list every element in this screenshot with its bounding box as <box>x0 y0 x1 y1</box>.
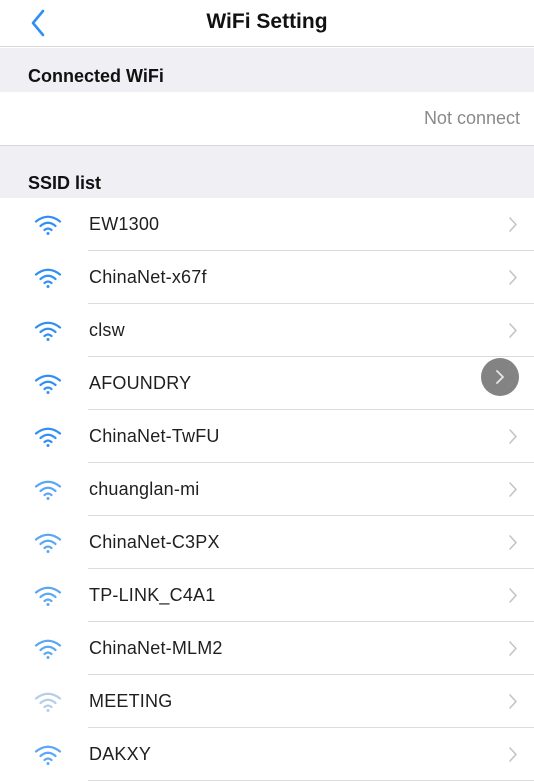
ssid-name: ChinaNet-MLM2 <box>89 638 223 658</box>
ssid-name: AFOUNDRY <box>89 373 192 393</box>
ssid-name: EW1300 <box>89 214 160 234</box>
chevron-left-icon <box>31 9 45 37</box>
wifi-signal-icon <box>34 268 62 288</box>
back-button[interactable] <box>30 5 66 41</box>
wifi-signal-icon <box>34 321 62 341</box>
chevron-right-icon <box>509 641 517 656</box>
chevron-right-icon <box>509 588 517 603</box>
chevron-right-icon <box>509 535 517 550</box>
ssid-item[interactable]: ChinaNet-x67f <box>0 251 534 304</box>
ssid-name: ChinaNet-x67f <box>89 267 207 287</box>
ssid-name: ChinaNet-TwFU <box>89 426 220 446</box>
wifi-signal-icon <box>34 745 62 765</box>
ssid-item[interactable]: clsw <box>0 304 534 357</box>
ssid-item[interactable]: EW1300 <box>0 198 534 251</box>
floating-assist-button[interactable] <box>481 358 519 396</box>
wifi-signal-icon <box>34 586 62 606</box>
wifi-signal-icon <box>34 480 62 500</box>
ssid-name: TP-LINK_C4A1 <box>89 585 216 605</box>
ssid-item[interactable]: DAKXY <box>0 728 534 781</box>
chevron-right-icon <box>509 482 517 497</box>
ssid-list-header: SSID list <box>0 146 534 198</box>
chevron-right-icon <box>509 217 517 232</box>
wifi-signal-icon <box>34 533 62 553</box>
connected-wifi-status: Not connect <box>0 92 534 146</box>
ssid-name: chuanglan-mi <box>89 479 200 499</box>
wifi-signal-icon <box>34 374 62 394</box>
wifi-signal-icon <box>34 692 62 712</box>
connected-wifi-header: Connected WiFi <box>0 48 534 92</box>
chevron-right-icon <box>509 694 517 709</box>
navigation-bar: WiFi Setting <box>0 0 534 47</box>
chevron-right-icon <box>496 370 504 384</box>
wifi-signal-icon <box>34 427 62 447</box>
ssid-item[interactable]: ChinaNet-C3PX <box>0 516 534 569</box>
chevron-right-icon <box>509 270 517 285</box>
ssid-item[interactable]: TP-LINK_C4A1 <box>0 569 534 622</box>
ssid-item[interactable]: chuanglan-mi <box>0 463 534 516</box>
chevron-right-icon <box>509 429 517 444</box>
chevron-right-icon <box>509 323 517 338</box>
ssid-list: EW1300 ChinaNet-x67f clsw AFOUNDRY ChinaNet-… <box>0 198 534 781</box>
ssid-name: clsw <box>89 320 125 340</box>
ssid-name: ChinaNet-C3PX <box>89 532 220 552</box>
page-title: WiFi Setting <box>206 10 328 33</box>
ssid-item[interactable]: ChinaNet-TwFU <box>0 410 534 463</box>
chevron-right-icon <box>509 747 517 762</box>
ssid-name: MEETING <box>89 691 173 711</box>
wifi-signal-icon <box>34 639 62 659</box>
ssid-item[interactable]: ChinaNet-MLM2 <box>0 622 534 675</box>
wifi-signal-icon <box>34 215 62 235</box>
ssid-item[interactable]: AFOUNDRY <box>0 357 534 410</box>
ssid-name: DAKXY <box>89 744 152 764</box>
ssid-item[interactable]: MEETING <box>0 675 534 728</box>
